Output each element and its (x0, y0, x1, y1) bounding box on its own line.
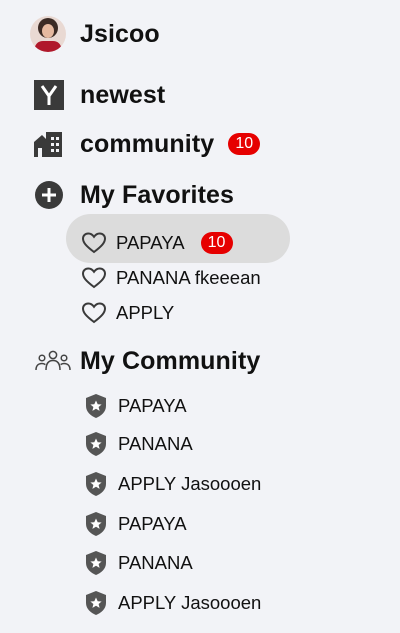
community-item-label: APPLY Jasoooen (118, 592, 262, 613)
favorite-item-label: PANANA fkeeean (116, 267, 261, 288)
community-item-label: PANANA (118, 552, 193, 573)
shield-star-icon (85, 550, 107, 576)
shield-star-icon (85, 511, 107, 537)
heart-outline-icon[interactable] (81, 265, 107, 291)
favorite-item-label: APPLY (116, 302, 175, 323)
community-item-label: PANANA (118, 433, 193, 454)
heart-outline-icon[interactable] (81, 230, 107, 256)
people-group-icon (34, 346, 72, 376)
shield-star-icon (85, 471, 107, 497)
favorites-section-header[interactable]: My Favorites (34, 180, 234, 210)
shield-star-icon (85, 393, 107, 419)
community-item[interactable]: APPLY Jasoooen (85, 590, 261, 616)
nav-newest-label: newest (80, 80, 166, 109)
y-logo-icon (34, 80, 64, 110)
user-profile[interactable]: Jsicoo (30, 16, 160, 52)
community-item-label: PAPAYA (118, 513, 187, 534)
user-name: Jsicoo (80, 19, 160, 48)
community-item[interactable]: PAPAYA (85, 393, 187, 419)
community-item[interactable]: PAPAYA (85, 511, 187, 537)
nav-newest[interactable]: newest (34, 80, 165, 110)
community-item[interactable]: PANANA (85, 431, 193, 457)
avatar (30, 16, 66, 52)
shield-star-icon (85, 431, 107, 457)
community-item-label: APPLY Jasoooen (118, 473, 262, 494)
community-section-header[interactable]: My Community (34, 346, 260, 376)
heart-outline-icon[interactable] (81, 300, 107, 326)
community-count-badge: 10 (228, 133, 261, 155)
community-item-label: PAPAYA (118, 395, 187, 416)
community-item[interactable]: APPLY Jasoooen (85, 471, 261, 497)
favorite-item[interactable]: APPLY (81, 300, 174, 326)
plus-circle-icon[interactable] (34, 180, 64, 210)
favorite-item[interactable]: PAPAYA 10 (81, 230, 233, 256)
favorites-header-label: My Favorites (80, 180, 235, 209)
favorite-item[interactable]: PANANA fkeeean (81, 265, 261, 291)
nav-community-label: community (80, 129, 215, 158)
shield-star-icon (85, 590, 107, 616)
favorite-item-badge: 10 (200, 232, 233, 254)
community-item[interactable]: PANANA (85, 550, 193, 576)
favorite-item-label: PAPAYA (116, 232, 185, 253)
building-icon (33, 129, 63, 159)
nav-community[interactable]: community 10 (33, 129, 261, 159)
community-header-label: My Community (80, 346, 261, 375)
